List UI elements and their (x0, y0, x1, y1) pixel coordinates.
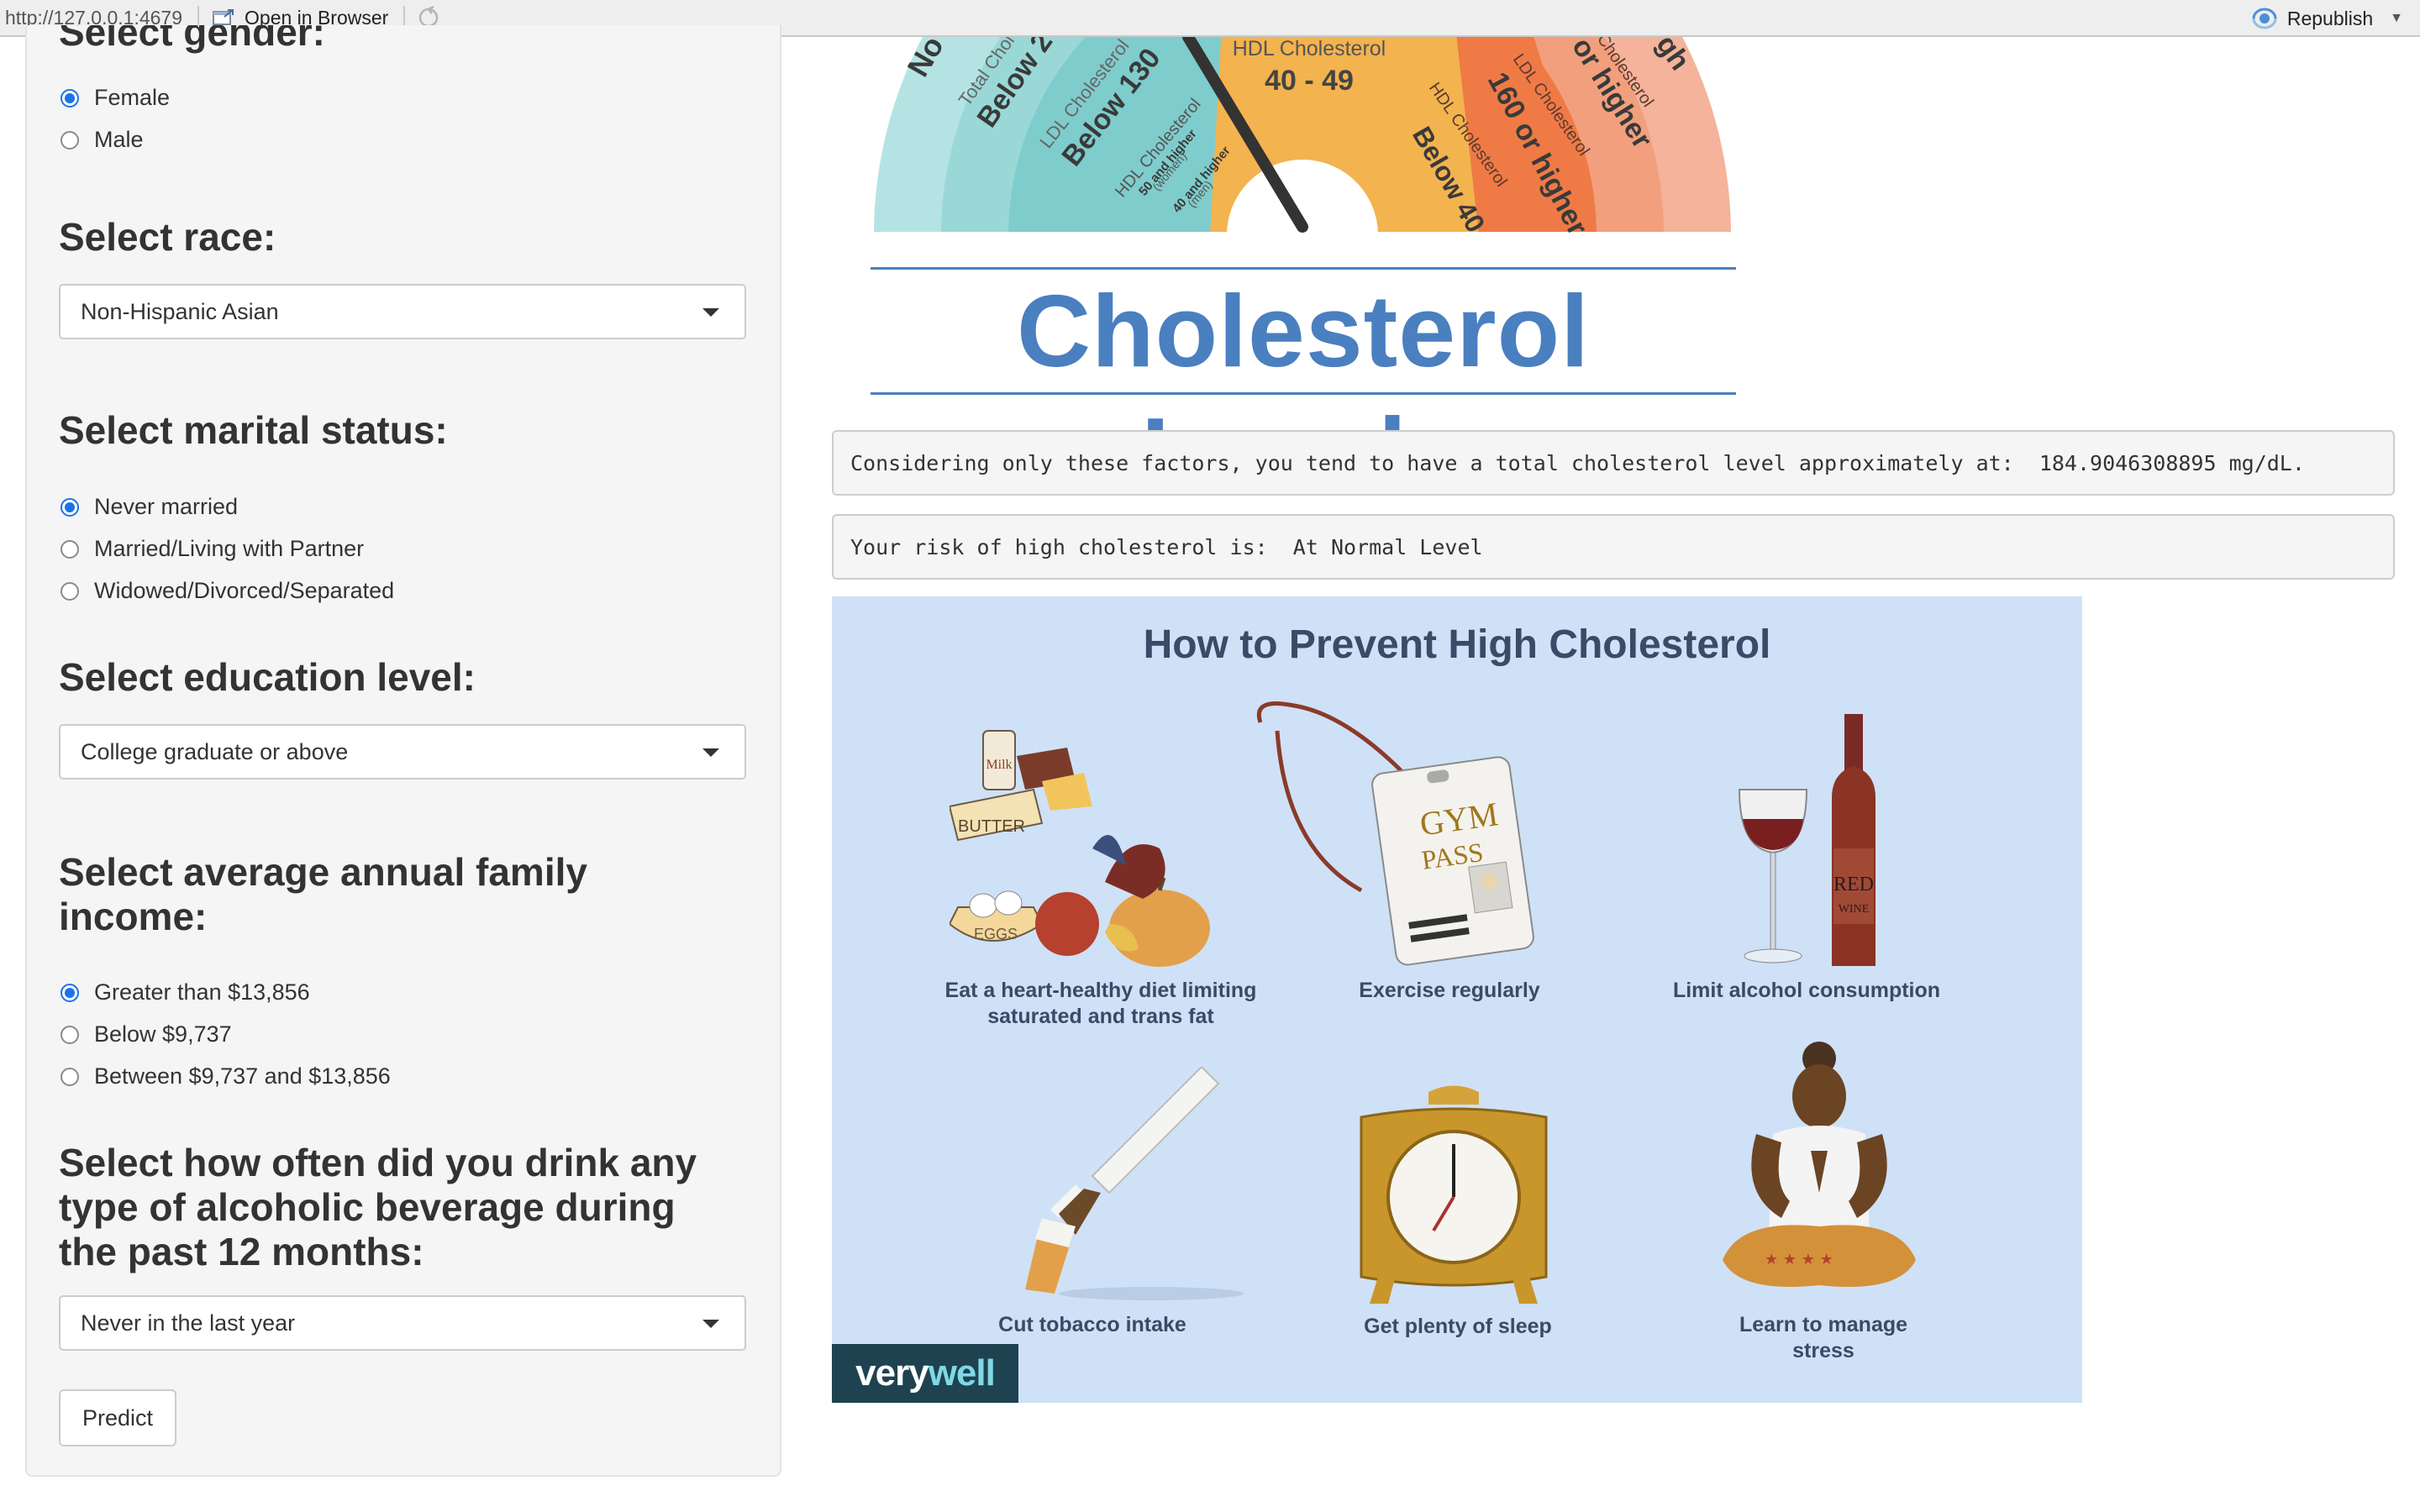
prevention-infographic: How to Prevent High Cholesterol Milk BUT… (832, 596, 2082, 1403)
gym-pass-illustration: GYM PASS (1257, 701, 1534, 966)
verywell-logo: very well (832, 1344, 1018, 1403)
alarm-clock-illustration (1360, 1085, 1548, 1304)
radio-married[interactable]: Married/Living with Partner (60, 536, 364, 562)
gender-heading: Select gender: (59, 25, 325, 54)
radio-income-low[interactable]: Below $9,737 (60, 1021, 232, 1047)
education-heading: Select education level: (59, 655, 476, 699)
race-heading: Select race: (59, 215, 276, 259)
radio-button[interactable] (60, 1025, 79, 1044)
republish-label: Republish (2286, 7, 2374, 29)
radio-label: Male (94, 127, 144, 152)
publish-icon (2252, 8, 2277, 29)
star-pattern: ★ ★ ★ ★ (1765, 1251, 1833, 1268)
red-text: RED (1833, 874, 1874, 895)
alcohol-select-value: Never in the last year (81, 1310, 296, 1336)
education-select[interactable]: College graduate or above (59, 724, 746, 780)
cholesterol-levels-title: Cholesterol Levels (871, 267, 1736, 511)
dropdown-arrow-icon (702, 308, 719, 317)
radio-label: Between $9,737 and $13,856 (94, 1063, 391, 1089)
open-in-browser-icon[interactable] (213, 9, 234, 26)
healthy-food-illustration: Milk BUTTER EGGS (950, 730, 1210, 967)
radio-income-mid[interactable]: Between $9,737 and $13,856 (60, 1063, 391, 1089)
risk-output: Your risk of high cholesterol is: At Nor… (832, 514, 2395, 580)
logo-well: well (928, 1352, 996, 1394)
radio-button[interactable] (60, 581, 79, 601)
radio-female[interactable]: Female (60, 85, 170, 111)
meditation-illustration: ★ ★ ★ ★ (1723, 1042, 1916, 1287)
radio-button[interactable] (60, 130, 79, 150)
race-select[interactable]: Non-Hispanic Asian (59, 284, 746, 339)
radio-income-high[interactable]: Greater than $13,856 (60, 979, 310, 1005)
wine-text: WINE (1839, 903, 1870, 916)
radio-label: Widowed/Divorced/Separated (94, 578, 395, 603)
alcohol-heading: Select how often did you drink any type … (59, 1141, 697, 1273)
tobacco-label: Cut tobacco intake (998, 1313, 1186, 1336)
gauge-hdl-range: 40 - 49 (1265, 65, 1354, 97)
radio-label: Married/Living with Partner (94, 536, 365, 561)
chevron-down-icon[interactable]: ▼ (2390, 11, 2403, 26)
education-select-value: College graduate or above (81, 738, 349, 764)
diet-label: Eat a heart-healthy diet limiting satura… (944, 979, 1257, 1028)
radio-widowed[interactable]: Widowed/Divorced/Separated (60, 578, 394, 604)
radio-male[interactable]: Male (60, 127, 144, 153)
radio-button-selected[interactable] (60, 497, 79, 517)
alcohol-select[interactable]: Never in the last year (59, 1295, 746, 1351)
logo-very: very (855, 1352, 929, 1394)
race-select-value: Non-Hispanic Asian (81, 298, 279, 324)
stress-label: Learn to manage stress (1739, 1313, 1908, 1362)
radio-button-selected[interactable] (60, 983, 79, 1002)
radio-label: Female (94, 85, 171, 110)
radio-label: Greater than $13,856 (94, 979, 310, 1005)
income-heading: Select average annual family income: (59, 850, 587, 938)
butter-text: BUTTER (958, 817, 1025, 836)
radio-label: Never married (94, 494, 239, 519)
broken-cigarette-illustration (1025, 1067, 1244, 1300)
radio-label: Below $9,737 (94, 1021, 232, 1047)
infographic-title: How to Prevent High Cholesterol (1143, 622, 1771, 667)
marital-heading: Select marital status: (59, 408, 448, 452)
cholesterol-gauge-image: HDL Cholesterol 40 - 49 No Total Chol Be… (874, 37, 1731, 235)
dropdown-arrow-icon (702, 1320, 719, 1328)
radio-button[interactable] (60, 539, 79, 559)
input-sidebar: Select gender: Female Male Select race: … (25, 25, 781, 1477)
sleep-label: Get plenty of sleep (1364, 1315, 1552, 1338)
radio-button[interactable] (60, 1067, 79, 1086)
radio-button-selected[interactable] (60, 88, 79, 108)
dropdown-arrow-icon (702, 748, 719, 757)
eggs-text: EGGS (974, 926, 1018, 942)
milk-text: Milk (986, 758, 1012, 772)
alcohol-label: Limit alcohol consumption (1672, 979, 1941, 1002)
prediction-output: Considering only these factors, you tend… (832, 430, 2395, 496)
predict-button[interactable]: Predict (59, 1389, 176, 1446)
red-wine-illustration: RED WINE (1738, 714, 1876, 966)
republish-button[interactable]: Republish ▼ (2250, 0, 2403, 37)
gauge-hdl-title: HDL Cholesterol (1233, 37, 1386, 60)
radio-never-married[interactable]: Never married (60, 494, 238, 520)
exercise-label: Exercise regularly (1359, 979, 1540, 1002)
